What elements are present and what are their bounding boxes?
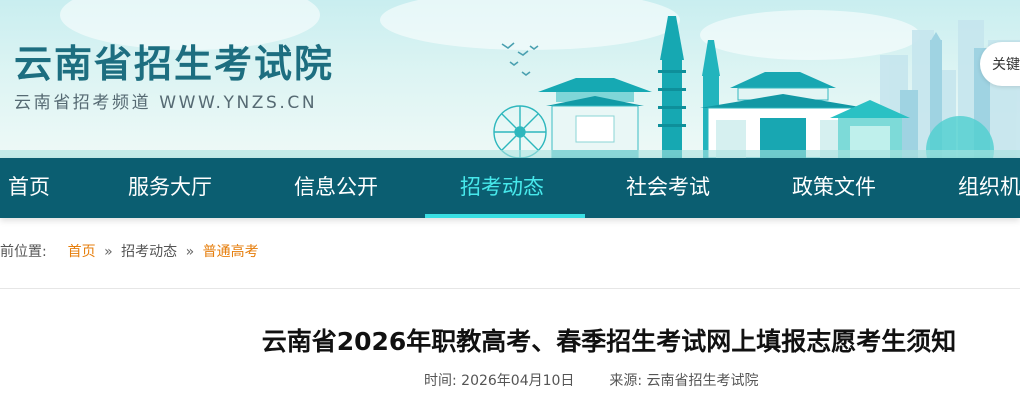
breadcrumb-link-exam-news[interactable]: 招考动态 xyxy=(121,244,177,260)
nav-item-social-exams[interactable]: 社会考试 xyxy=(626,158,710,218)
birds-icon xyxy=(501,42,539,76)
article-meta: 时间: 2026年04月10日 来源: 云南省招生考试院 xyxy=(424,371,759,391)
city-skyline-illustration xyxy=(0,16,1020,158)
nav-item-exam-news[interactable]: 招考动态 xyxy=(460,158,544,218)
divider xyxy=(0,288,1020,289)
main-navigation: 首页 服务大厅 信息公开 招考动态 社会考试 政策文件 组织机 xyxy=(0,158,1020,218)
gate-tower-icon xyxy=(538,78,652,158)
source-label: 来源: xyxy=(609,373,643,389)
search-placeholder: 关键 xyxy=(992,57,1020,73)
breadcrumb: 前位置: 首页 » 招考动态 » 普通高考 xyxy=(0,242,259,262)
active-tab-indicator xyxy=(425,214,585,218)
nav-item-service-hall[interactable]: 服务大厅 xyxy=(128,158,212,218)
site-banner: 云南省招生考试院 云南省招考频道 WWW.YNZS.CN 关键 xyxy=(0,0,1020,158)
nav-item-policy-docs[interactable]: 政策文件 xyxy=(792,158,876,218)
breadcrumb-prefix: 前位置: xyxy=(0,244,47,260)
source-value: 云南省招生考试院 xyxy=(646,373,759,389)
article-title: 云南省2026年职教高考、春季招生考试网上填报志愿考生须知 xyxy=(261,327,957,356)
breadcrumb-separator: » xyxy=(104,244,113,260)
breadcrumb-separator: » xyxy=(185,244,195,260)
nav-item-organization[interactable]: 组织机 xyxy=(958,158,1020,218)
breadcrumb-link-home[interactable]: 首页 xyxy=(68,244,96,260)
breadcrumb-link-gaokao[interactable]: 普通高考 xyxy=(203,244,259,260)
time-label: 时间: xyxy=(424,373,457,389)
nav-item-info-disclosure[interactable]: 信息公开 xyxy=(294,158,378,218)
nav-item-home[interactable]: 首页 xyxy=(8,158,50,218)
time-value: 2026年04月10日 xyxy=(461,373,575,389)
search-input[interactable]: 关键 xyxy=(980,42,1020,86)
pagoda-icon xyxy=(658,16,686,158)
